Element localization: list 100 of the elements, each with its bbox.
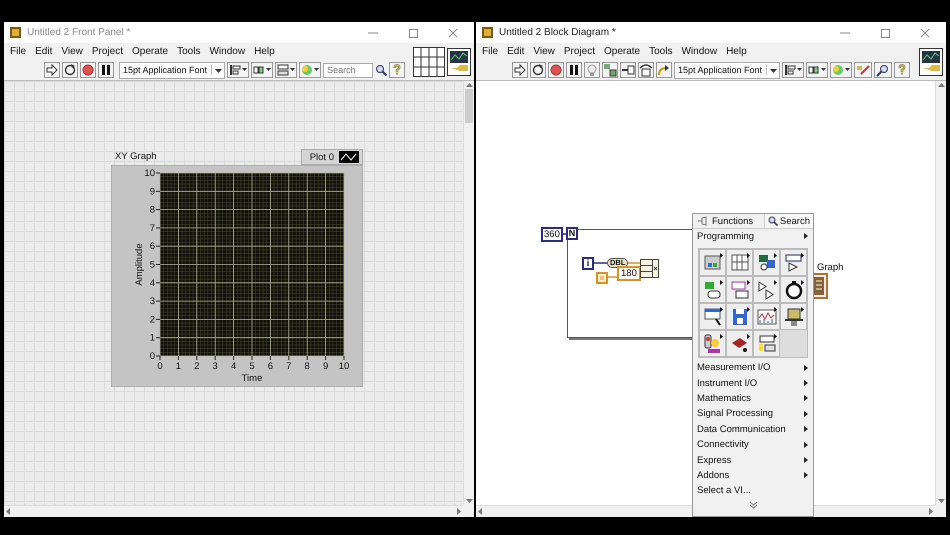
y-tick-label: 10 [144,168,155,179]
app-icon [482,27,493,38]
window-title: Untitled 2 Block Diagram * [499,27,617,38]
numeric-constant[interactable]: 360 [541,227,563,242]
palette-category-icon[interactable] [728,278,750,300]
menu-item[interactable]: Tools [649,46,672,57]
palette-category-icon[interactable] [702,306,724,328]
menu-item[interactable]: Edit [507,46,524,57]
scroll-left-icon[interactable] [4,507,12,516]
palette-category-icon[interactable] [702,332,724,354]
palette-menu-item[interactable]: Mathematics [693,390,813,406]
search-icon[interactable] [375,64,388,76]
menu-item[interactable]: File [10,46,26,57]
menu-item[interactable]: Project [564,46,595,57]
font-dropdown[interactable]: 15pt Application Font [119,62,226,78]
abort-icon[interactable] [80,62,96,78]
run-icon[interactable] [512,62,528,78]
run-continuously-icon[interactable] [62,62,78,78]
step-out-icon[interactable] [656,62,672,78]
close-icon[interactable] [918,26,932,40]
menu-item[interactable]: File [482,46,498,57]
x-axis-label: Time [242,373,262,384]
step-into-icon[interactable] [620,62,636,78]
palette-menu-item[interactable]: Signal Processing [693,406,813,422]
scroll-up-icon[interactable] [936,81,946,89]
search-button[interactable]: Search [764,214,813,228]
plot-legend[interactable]: Plot 0 [300,149,363,165]
horizontal-scrollbar[interactable] [4,505,463,517]
palette-menu-item[interactable]: Addons [693,468,813,484]
palette-category[interactable]: Programming [693,229,813,243]
vi-icon[interactable] [447,48,471,76]
palette-category-icon[interactable] [782,306,804,328]
pin-icon[interactable] [697,216,708,226]
vertical-scrollbar[interactable] [935,81,946,505]
menu-item[interactable]: Help [726,46,747,57]
palette-category-icon[interactable] [756,278,778,300]
y-tick-label: 0 [150,351,155,362]
menu-item[interactable]: Edit [35,46,52,57]
pause-icon[interactable] [566,62,582,78]
menu-item[interactable]: Operate [604,46,640,57]
connector-pane-icon[interactable] [413,46,445,76]
vertical-scrollbar[interactable] [463,81,474,505]
reorder-icon[interactable] [830,62,852,78]
align-objects-icon[interactable] [782,62,804,78]
palette-category-icon[interactable] [782,252,804,274]
run-icon[interactable] [44,62,60,78]
scroll-right-icon[interactable] [455,507,463,516]
count-terminal[interactable]: N [566,227,578,240]
x-tick-label: 0 [157,361,163,372]
wire [593,262,607,264]
palette-menu-item[interactable]: Select a VI... [693,483,813,499]
menu-item[interactable]: Operate [132,46,168,57]
pause-icon[interactable] [98,62,114,78]
scroll-up-icon[interactable] [464,81,474,89]
x-tick-label: 3 [212,361,218,372]
x-tick-label: 8 [304,361,310,372]
search-icon[interactable] [874,62,892,78]
y-tick-label: 8 [150,204,155,216]
numeric-constant[interactable]: 180 [617,266,641,281]
abort-icon[interactable] [548,62,564,78]
align-objects-icon[interactable] [227,62,250,78]
close-icon[interactable] [446,26,460,40]
distribute-objects-icon[interactable] [806,62,828,78]
palette-category-icon[interactable] [756,306,778,328]
step-over-icon[interactable] [638,62,654,78]
search-field[interactable]: Search [323,62,374,78]
expand-chevron-icon[interactable] [748,500,758,509]
scroll-left-icon[interactable] [476,507,484,516]
y-tick-label: 1 [150,332,155,344]
resize-objects-icon[interactable] [275,62,298,78]
menu-item[interactable]: View [61,46,83,57]
wire [627,262,640,264]
for-loop[interactable] [567,229,692,338]
app-icon [10,27,21,38]
scroll-right-icon[interactable] [927,507,935,516]
palette-menu-item[interactable]: Connectivity [693,436,813,452]
scrollbar-thumb[interactable] [465,89,473,123]
font-dropdown[interactable]: 15pt Application Font [674,62,780,78]
palette-category-icon[interactable] [728,252,750,274]
function-node-icon[interactable] [640,259,659,278]
x-tick-label: 4 [230,361,236,372]
palette-menu-item[interactable]: Instrument I/O [693,375,813,391]
vi-icon[interactable] [919,48,943,76]
menu-item[interactable]: View [533,46,555,57]
menu-item[interactable]: Tools [177,46,200,57]
palette-menu-item[interactable]: Data Communication [693,422,813,437]
retain-wire-values-icon[interactable] [602,62,618,78]
palette-menu-item[interactable]: Express [693,452,813,468]
menu-item[interactable]: Project [92,46,123,57]
scroll-down-icon[interactable] [936,497,946,505]
scroll-down-icon[interactable] [464,497,474,505]
indicator-label: Graph [817,262,844,273]
menu-item[interactable]: Help [254,46,275,57]
run-continuously-icon[interactable] [530,62,546,78]
iteration-terminal[interactable]: i [582,257,594,270]
distribute-objects-icon[interactable] [251,62,274,78]
palette-menu-item[interactable]: Measurement I/O [693,360,813,376]
menu-item[interactable]: Window [681,46,718,57]
menu-item[interactable]: Window [209,46,246,57]
reorder-icon[interactable] [299,62,322,78]
